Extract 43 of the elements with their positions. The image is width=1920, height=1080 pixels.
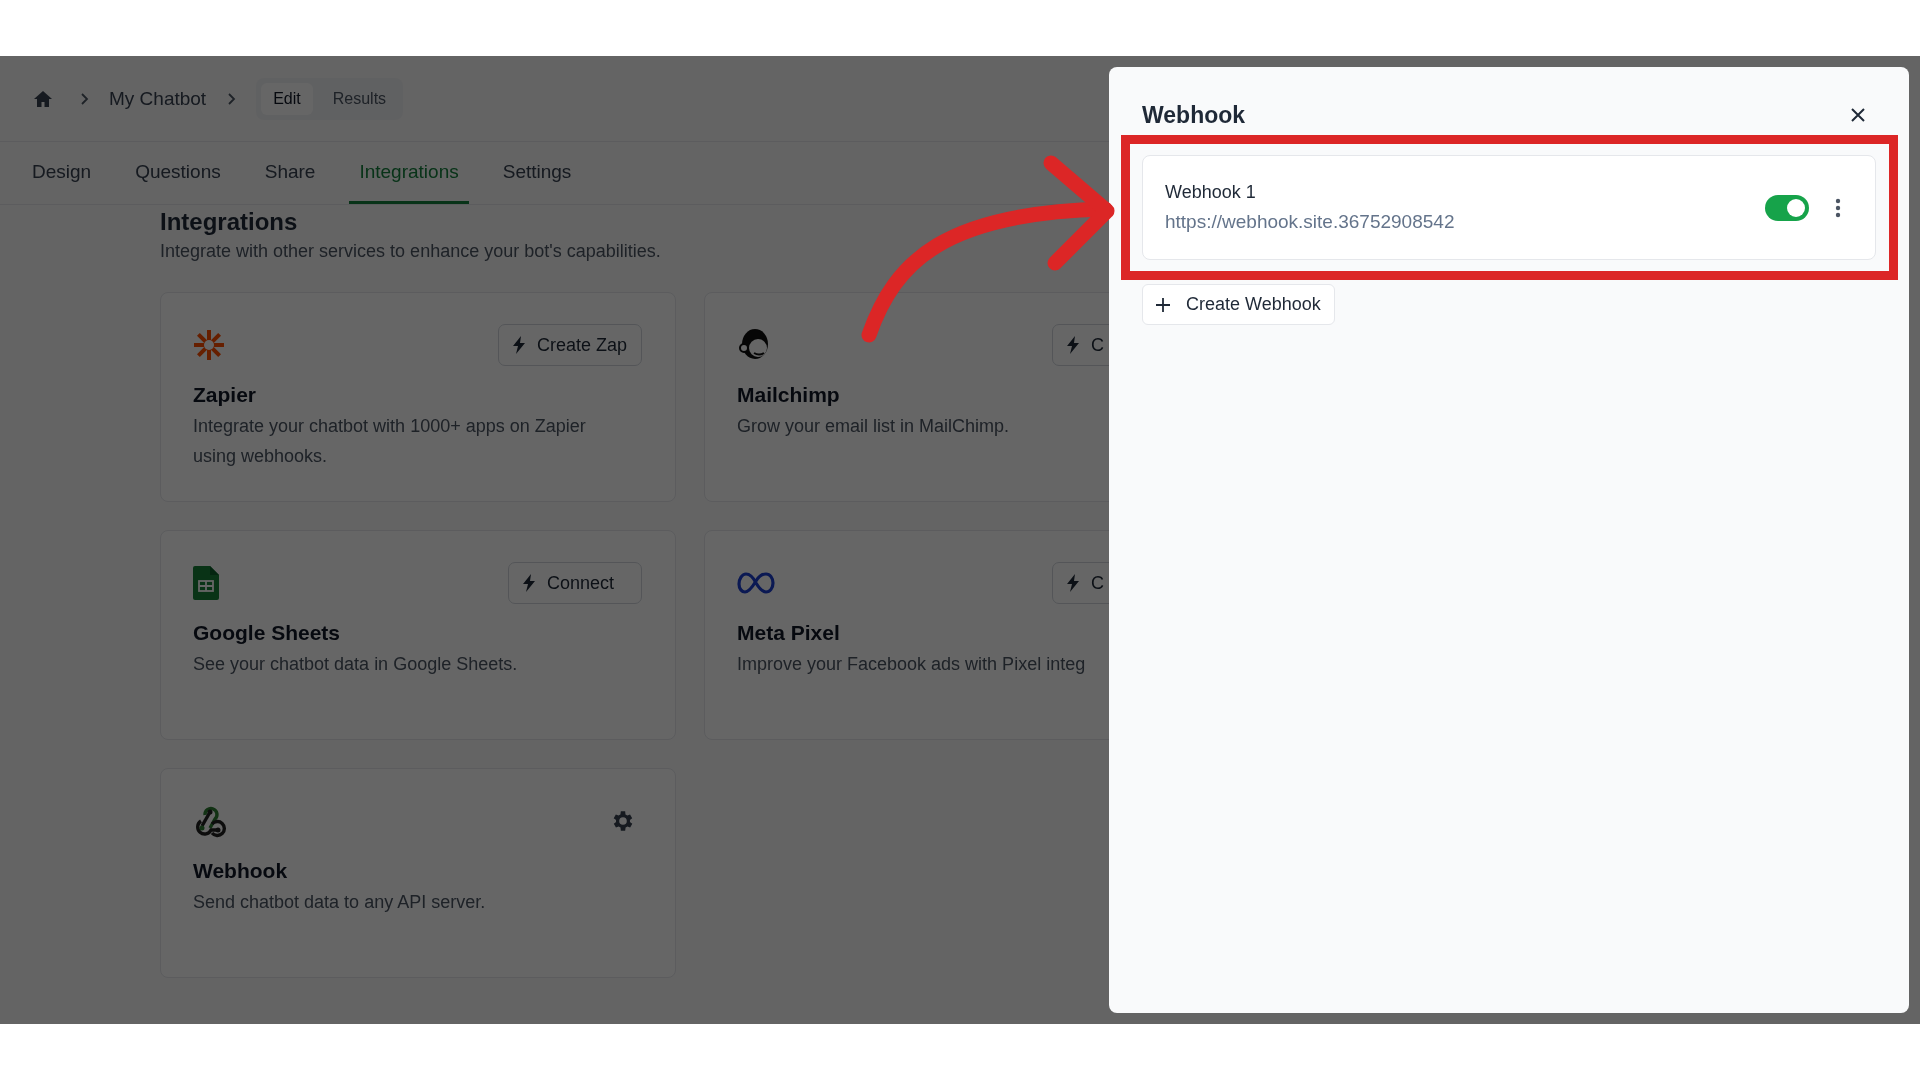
breadcrumb-link[interactable]: My Chatbot bbox=[109, 87, 207, 110]
action-button[interactable]: C bbox=[1052, 562, 1109, 604]
chevron-icon bbox=[226, 91, 237, 106]
integration-name: Meta Pixel bbox=[737, 620, 841, 646]
lightning-icon bbox=[1067, 574, 1079, 592]
lightning-icon bbox=[1067, 336, 1079, 354]
toggle-switch[interactable] bbox=[1765, 194, 1809, 221]
home-icon bbox=[33, 89, 53, 108]
integration-name: Mailchimp bbox=[737, 382, 841, 408]
chevron-icon bbox=[79, 91, 89, 106]
integration-name: Google Sheets bbox=[193, 620, 342, 646]
infinity-icon bbox=[737, 572, 775, 594]
integration-description: Send chatbot data to any API server. bbox=[193, 891, 487, 914]
lightning-icon bbox=[512, 336, 525, 354]
integration-description: Grow your email list in MailChimp. bbox=[737, 415, 1011, 438]
tab[interactable]: Share bbox=[254, 142, 326, 204]
asterisk-logo-icon bbox=[193, 329, 225, 361]
action-button[interactable]: C bbox=[1052, 324, 1109, 366]
integration-name: Zapier bbox=[193, 382, 258, 408]
action-button[interactable]: Connect bbox=[508, 562, 642, 604]
mode-tab[interactable]: Edit bbox=[261, 82, 313, 115]
integration-description: Integrate your chatbot with 1000+ apps on Zapier using webhooks. bbox=[193, 415, 587, 468]
more-options-icon[interactable] bbox=[1835, 197, 1841, 218]
panel-title: Webhook bbox=[1142, 101, 1246, 129]
page-subtitle: Integrate with other services to enhance your bot's capabilities. bbox=[160, 241, 662, 262]
spreadsheet-icon bbox=[193, 566, 219, 600]
tab[interactable]: Design bbox=[22, 142, 102, 204]
create-webhook-button[interactable]: Create Webhook bbox=[1142, 284, 1335, 325]
close-icon[interactable] bbox=[1850, 107, 1866, 123]
webhook-icon bbox=[193, 804, 227, 838]
page-title: Integrations bbox=[160, 207, 299, 237]
integration-name: Webhook bbox=[193, 858, 289, 884]
tab[interactable]: Questions bbox=[125, 142, 231, 204]
webhook-name: Webhook 1 bbox=[1165, 182, 1257, 203]
lightning-icon bbox=[523, 574, 535, 592]
action-button[interactable]: Create Zap bbox=[497, 324, 642, 366]
mode-tab[interactable]: Results bbox=[320, 82, 399, 115]
integration-description: See your chatbot data in Google Sheets. bbox=[193, 653, 519, 676]
tab[interactable]: Settings bbox=[492, 142, 582, 204]
webhook-url: https://webhook.site.36752908542 bbox=[1165, 211, 1456, 233]
tab[interactable]: Integrations bbox=[349, 142, 469, 204]
integration-description: Improve your Facebook ads with Pixel integ bbox=[737, 653, 1087, 676]
plus-icon bbox=[1156, 297, 1170, 312]
